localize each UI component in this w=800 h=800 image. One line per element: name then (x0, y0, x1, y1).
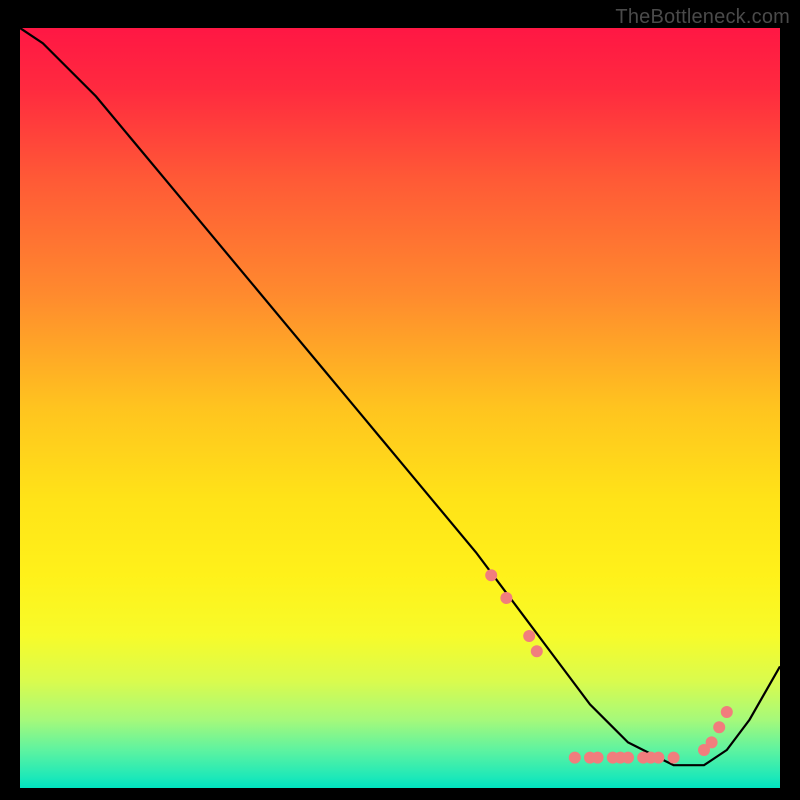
curve-marker (668, 752, 680, 764)
curve-marker (485, 569, 497, 581)
curve-marker (706, 736, 718, 748)
curve-marker (569, 752, 581, 764)
curve-marker (592, 752, 604, 764)
chart-frame: TheBottleneck.com (0, 0, 800, 800)
curve-marker (713, 721, 725, 733)
plot-svg (20, 28, 780, 788)
curve-marker (531, 645, 543, 657)
curve-marker (721, 706, 733, 718)
curve-marker (622, 752, 634, 764)
watermark-text: TheBottleneck.com (615, 6, 790, 29)
curve-marker (652, 752, 664, 764)
plot-area (20, 28, 780, 788)
curve-marker (500, 592, 512, 604)
curve-marker (523, 630, 535, 642)
